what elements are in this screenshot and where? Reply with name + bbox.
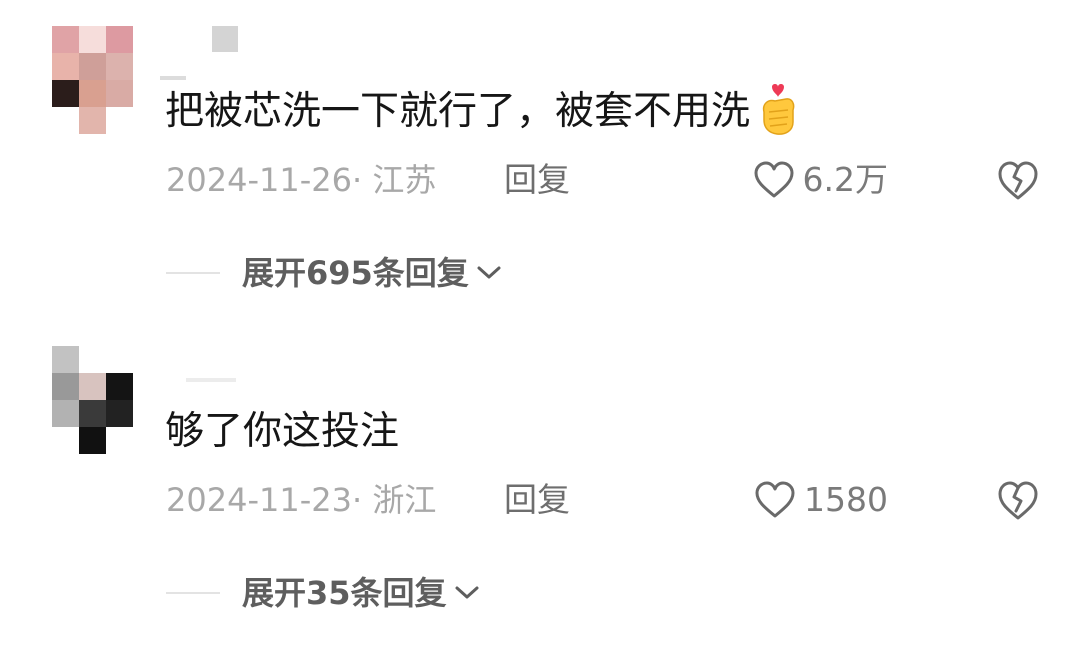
avatar-pixel bbox=[79, 53, 106, 80]
username-pixel bbox=[212, 26, 238, 52]
finger-heart-emoji bbox=[762, 83, 795, 135]
username-pixel bbox=[186, 378, 236, 382]
avatar-pixel bbox=[106, 26, 133, 53]
username-pixel bbox=[160, 76, 186, 80]
broken-heart-icon bbox=[998, 481, 1038, 520]
avatar-pixel bbox=[79, 373, 106, 400]
comment-text-content: 把被芯洗一下就行了，被套不用洗 bbox=[165, 89, 751, 134]
comment-text: 把被芯洗一下就行了，被套不用洗 bbox=[165, 83, 798, 136]
heart-outline-icon bbox=[755, 481, 795, 518]
avatar-pixel bbox=[52, 26, 79, 53]
like-count: 1580 bbox=[804, 480, 888, 519]
like-count: 6.2万 bbox=[802, 160, 888, 199]
username[interactable] bbox=[160, 26, 240, 80]
expand-replies-row: 展开35条回复 bbox=[166, 571, 481, 615]
comment-text: 够了你这投注 bbox=[165, 408, 399, 456]
avatar-pixel bbox=[106, 400, 133, 427]
expand-replies-button[interactable]: 展开695条回复 bbox=[242, 251, 503, 295]
avatar[interactable] bbox=[52, 346, 134, 454]
comment-date-location: 2024-11-23· 浙江 bbox=[166, 481, 437, 519]
reply-button[interactable]: 回复 bbox=[504, 158, 570, 202]
avatar-pixel bbox=[79, 107, 106, 134]
avatar-pixel bbox=[106, 80, 133, 107]
comment-text-content: 够了你这投注 bbox=[165, 409, 400, 454]
avatar-pixel bbox=[52, 400, 79, 427]
avatar-pixel bbox=[52, 373, 79, 400]
expand-divider bbox=[166, 592, 220, 594]
avatar-pixel bbox=[52, 80, 79, 107]
comment-item: 够了你这投注 2024-11-23· 浙江 回复 1580 展开35条回复 bbox=[0, 330, 1080, 646]
like-button[interactable]: 1580 bbox=[754, 478, 888, 522]
reply-button[interactable]: 回复 bbox=[504, 478, 570, 522]
like-button[interactable]: 6.2万 bbox=[753, 158, 888, 202]
avatar-pixel bbox=[79, 427, 106, 454]
expand-replies-button[interactable]: 展开35条回复 bbox=[242, 571, 481, 615]
comment-meta: 2024-11-26· 江苏 回复 6.2万 bbox=[166, 158, 1040, 202]
comment-item: 把被芯洗一下就行了，被套不用洗 2024-11-26· 江苏 回复 6.2万 展… bbox=[0, 0, 1080, 330]
avatar-pixel bbox=[52, 346, 79, 373]
avatar-pixel bbox=[79, 400, 106, 427]
chevron-down-icon bbox=[477, 266, 501, 279]
avatar-pixel bbox=[52, 53, 79, 80]
broken-heart-icon bbox=[998, 161, 1038, 200]
chevron-down-icon bbox=[455, 586, 479, 599]
expand-divider bbox=[166, 272, 220, 274]
avatar-pixel bbox=[106, 373, 133, 400]
dislike-button[interactable] bbox=[996, 478, 1040, 522]
expand-replies-label: 展开695条回复 bbox=[242, 254, 469, 292]
comment-meta: 2024-11-23· 浙江 回复 1580 bbox=[166, 478, 1040, 522]
expand-replies-row: 展开695条回复 bbox=[166, 251, 503, 295]
expand-replies-label: 展开35条回复 bbox=[242, 574, 447, 612]
username[interactable] bbox=[160, 370, 240, 400]
comment-date-location: 2024-11-26· 江苏 bbox=[166, 161, 437, 199]
avatar-pixel bbox=[106, 53, 133, 80]
avatar-pixel bbox=[79, 80, 106, 107]
heart-outline-icon bbox=[754, 161, 794, 198]
avatar-pixel bbox=[79, 26, 106, 53]
dislike-button[interactable] bbox=[996, 158, 1040, 202]
avatar[interactable] bbox=[52, 26, 134, 134]
